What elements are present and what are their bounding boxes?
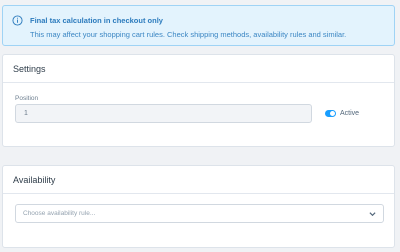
availability-card-title: Availability (3, 166, 394, 194)
toggle-knob (330, 111, 335, 116)
availability-card: Availability Choose availability rule... (2, 165, 395, 248)
position-input[interactable]: 1 (15, 104, 312, 123)
chevron-down-icon (369, 212, 376, 217)
availability-rule-placeholder: Choose availability rule... (23, 210, 96, 217)
alert-message: This may affect your shopping cart rules… (30, 30, 347, 39)
availability-rule-select[interactable]: Choose availability rule... (15, 204, 384, 223)
settings-card-title: Settings (3, 55, 394, 83)
active-toggle[interactable] (325, 110, 336, 117)
active-label: Active (340, 110, 360, 117)
tax-info-alert: Final tax calculation in checkout only T… (2, 5, 395, 46)
alert-title: Final tax calculation in checkout only (30, 16, 163, 25)
settings-card: Settings Position 1 Active (2, 54, 395, 147)
position-label: Position (15, 95, 39, 102)
info-icon (12, 15, 23, 26)
